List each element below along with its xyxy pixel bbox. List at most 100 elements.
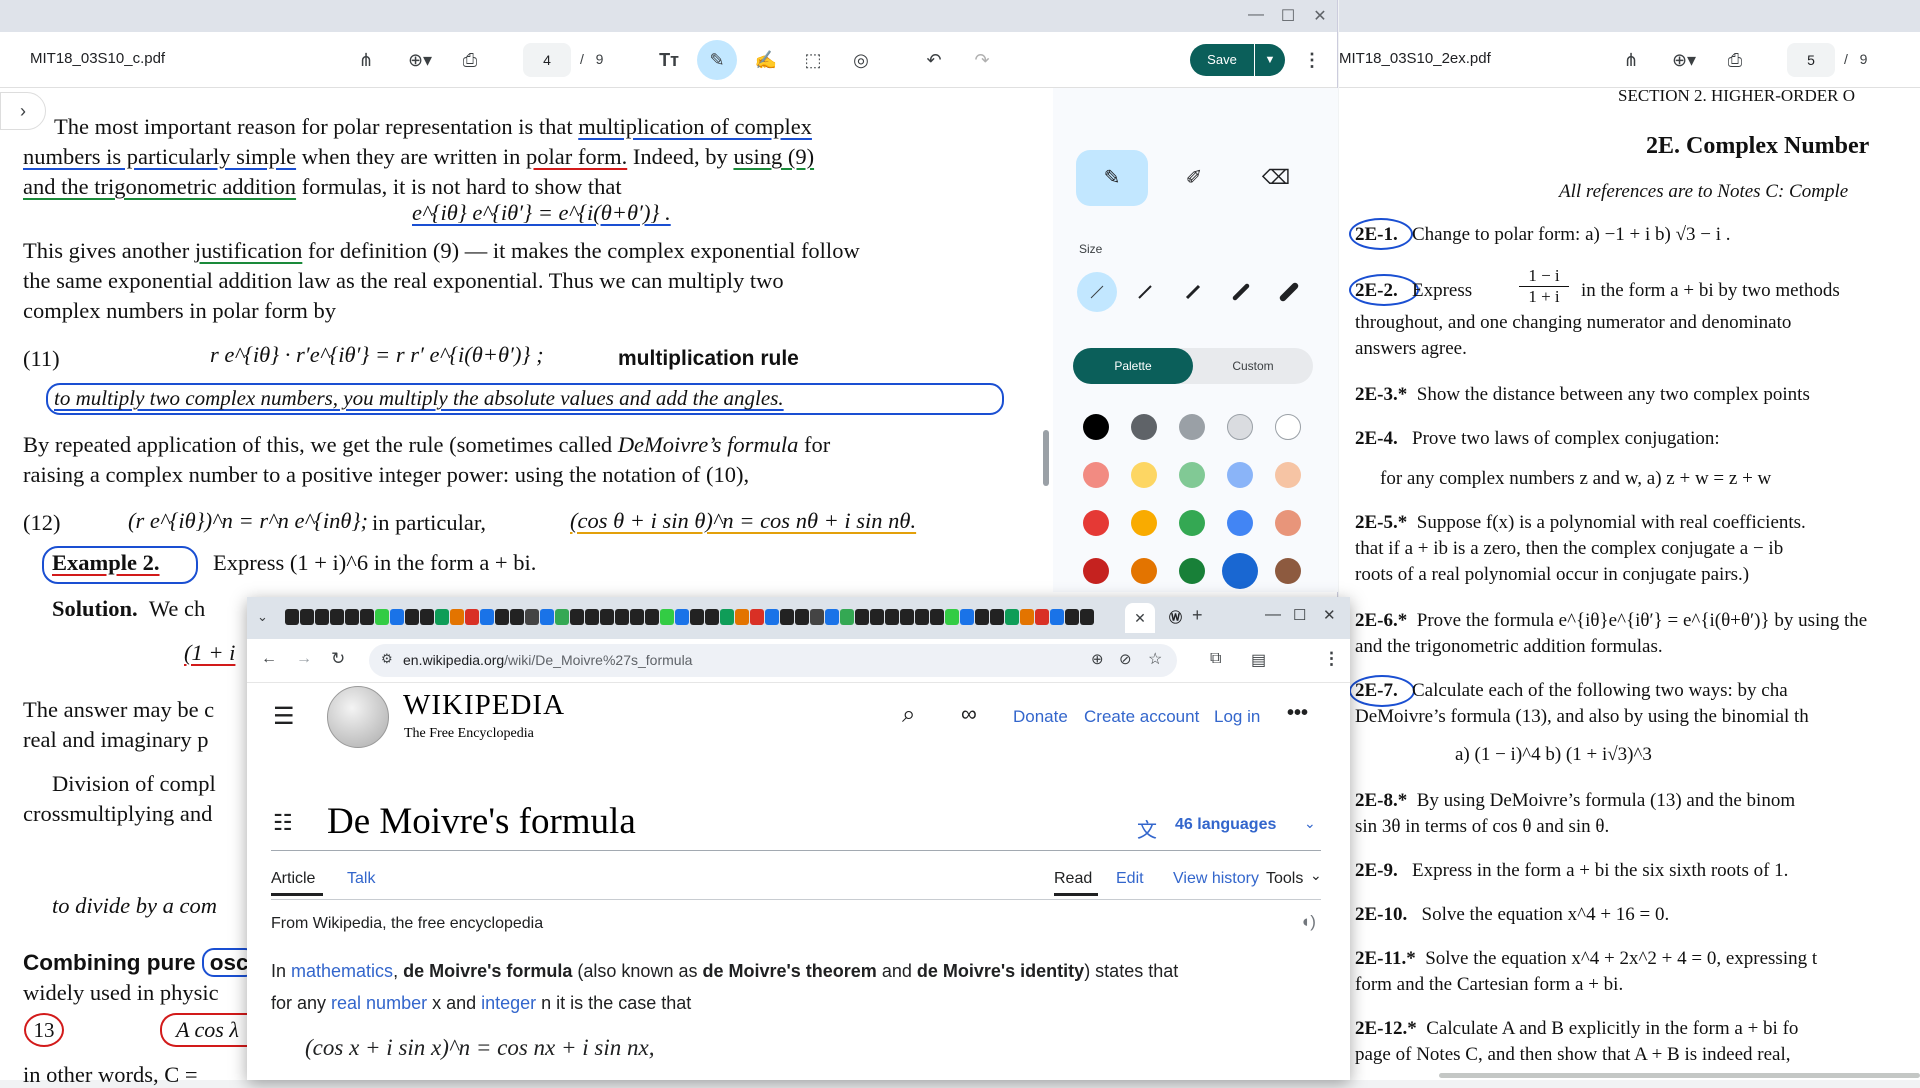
tab-favicon-icon[interactable] xyxy=(1050,609,1064,625)
tab-favicon-icon[interactable] xyxy=(630,609,644,625)
color-swatch[interactable] xyxy=(1179,510,1205,536)
color-swatch[interactable] xyxy=(1179,558,1205,584)
extensions-icon[interactable]: ⧉ xyxy=(1210,650,1221,668)
tab-favicon-icon[interactable] xyxy=(480,609,494,625)
tab-favicon-icon[interactable] xyxy=(450,609,464,625)
more-options-icon[interactable]: ⋮ xyxy=(1300,50,1324,74)
wikipedia-tab-icon[interactable]: Ⓦ xyxy=(1169,607,1182,626)
tab-search-chevron-icon[interactable]: ⌄ xyxy=(257,609,268,625)
tab-favicon-icon[interactable] xyxy=(870,609,884,625)
listen-audio-icon[interactable]: ◖) xyxy=(1300,912,1316,932)
more-options-icon[interactable]: ••• xyxy=(1287,702,1308,725)
close-icon[interactable]: ✕ xyxy=(1323,606,1336,624)
tab-favicon-icon[interactable] xyxy=(465,609,479,625)
new-tab-icon[interactable]: + xyxy=(1192,605,1203,626)
bookmark-star-icon[interactable]: ☆ xyxy=(1148,649,1162,669)
size-option-3[interactable] xyxy=(1173,272,1213,317)
reload-icon[interactable]: ↻ xyxy=(331,649,345,669)
print-icon[interactable]: ⎙ xyxy=(1723,50,1747,74)
tab-favicon-icon[interactable] xyxy=(840,609,854,625)
tab-favicon-icon[interactable] xyxy=(555,609,569,625)
donate-link[interactable]: Donate xyxy=(1013,707,1068,727)
browser-menu-icon[interactable]: ⋮ xyxy=(1323,649,1340,669)
text-size-icon[interactable]: Tт xyxy=(657,50,681,74)
color-swatch[interactable] xyxy=(1131,510,1157,536)
appearance-icon[interactable]: ∞ xyxy=(961,701,977,727)
tab-favicon-icon[interactable] xyxy=(930,609,944,625)
tab-favicon-icon[interactable] xyxy=(960,609,974,625)
tab-favicon-icon[interactable] xyxy=(900,609,914,625)
tab-favicon-icon[interactable] xyxy=(525,609,539,625)
forward-icon[interactable]: → xyxy=(296,650,312,668)
tab-favicon-icon[interactable] xyxy=(375,609,389,625)
tab-talk[interactable]: Talk xyxy=(347,870,375,888)
page-number-input[interactable]: 5 xyxy=(1787,43,1835,77)
color-swatch[interactable] xyxy=(1275,558,1301,584)
save-menu-chevron-icon[interactable]: ▼ xyxy=(1255,44,1285,76)
tab-favicon-icon[interactable] xyxy=(720,609,734,625)
pen-tool-icon[interactable]: ✎ xyxy=(1076,150,1148,206)
tab-favicon-icon[interactable] xyxy=(810,609,824,625)
language-icon[interactable]: 文 xyxy=(1137,814,1157,843)
tab-favicon-icon[interactable] xyxy=(345,609,359,625)
tab-favicon-icon[interactable] xyxy=(1020,609,1034,625)
annotate-icon[interactable]: ✎ xyxy=(697,40,737,80)
reading-mode-icon[interactable]: ▤ xyxy=(1251,650,1266,670)
sidebar-toggle-chevron-icon[interactable]: › xyxy=(0,92,46,130)
scrollbar-thumb[interactable] xyxy=(1043,430,1049,486)
log-in-link[interactable]: Log in xyxy=(1214,707,1260,727)
color-swatch[interactable] xyxy=(1222,553,1258,589)
back-icon[interactable]: ← xyxy=(261,650,277,668)
size-option-4[interactable] xyxy=(1221,272,1261,317)
languages-button[interactable]: 46 languages xyxy=(1175,816,1276,834)
maximize-icon[interactable]: ☐ xyxy=(1293,606,1306,624)
size-option-5[interactable] xyxy=(1269,272,1309,317)
tab-favicon-icon[interactable] xyxy=(315,609,329,625)
tab-favicon-icon[interactable] xyxy=(915,609,929,625)
tab-favicon-icon[interactable] xyxy=(360,609,374,625)
tab-favicon-icon[interactable] xyxy=(285,609,299,625)
tab-favicon-icon[interactable] xyxy=(735,609,749,625)
tab-favicon-icon[interactable] xyxy=(570,609,584,625)
zoom-icon[interactable]: ⊕ xyxy=(1091,650,1104,668)
tab-favicon-icon[interactable] xyxy=(750,609,764,625)
page-number-input[interactable]: 4 xyxy=(523,43,571,77)
real-number-link[interactable]: real number xyxy=(331,993,427,1013)
tab-article[interactable]: Article xyxy=(271,870,315,888)
tab-favicon-icon[interactable] xyxy=(945,609,959,625)
tab-favicon-icon[interactable] xyxy=(420,609,434,625)
tab-favicon-icon[interactable] xyxy=(855,609,869,625)
tools-chevron-down-icon[interactable]: ⌄ xyxy=(1310,867,1322,884)
tab-favicon-icon[interactable] xyxy=(510,609,524,625)
table-of-contents-icon[interactable]: ☷ xyxy=(273,810,293,836)
color-swatch[interactable] xyxy=(1083,462,1109,488)
color-swatch[interactable] xyxy=(1275,510,1301,536)
color-swatch[interactable] xyxy=(1275,462,1301,488)
color-swatch[interactable] xyxy=(1227,414,1253,440)
select-area-icon[interactable]: ⬚ xyxy=(801,50,825,74)
maximize-icon[interactable]: ☐ xyxy=(1278,6,1298,26)
tab-favicon-icon[interactable] xyxy=(600,609,614,625)
main-menu-icon[interactable]: ☰ xyxy=(273,702,295,731)
palette-tab[interactable]: Palette xyxy=(1073,348,1193,384)
undo-icon[interactable]: ↶ xyxy=(922,50,946,74)
tab-favicon-icon[interactable] xyxy=(615,609,629,625)
tab-favicon-icon[interactable] xyxy=(1065,609,1079,625)
color-swatch[interactable] xyxy=(1131,462,1157,488)
minimize-icon[interactable]: — xyxy=(1246,6,1266,24)
tab-favicon-icon[interactable] xyxy=(690,609,704,625)
color-swatch[interactable] xyxy=(1227,510,1253,536)
size-option-1[interactable] xyxy=(1077,272,1117,312)
tab-favicon-icon[interactable] xyxy=(645,609,659,625)
color-swatch[interactable] xyxy=(1131,414,1157,440)
tab-favicon-icon[interactable] xyxy=(975,609,989,625)
tab-favicon-icon[interactable] xyxy=(585,609,599,625)
close-icon[interactable]: ✕ xyxy=(1310,6,1330,26)
tab-favicon-icon[interactable] xyxy=(1005,609,1019,625)
tab-tools[interactable]: Tools xyxy=(1266,870,1303,888)
save-button[interactable]: Save xyxy=(1190,44,1254,76)
tab-favicon-icon[interactable] xyxy=(780,609,794,625)
custom-tab[interactable]: Custom xyxy=(1193,348,1313,384)
create-account-link[interactable]: Create account xyxy=(1084,707,1199,727)
share-icon[interactable]: ⋔ xyxy=(354,50,378,74)
